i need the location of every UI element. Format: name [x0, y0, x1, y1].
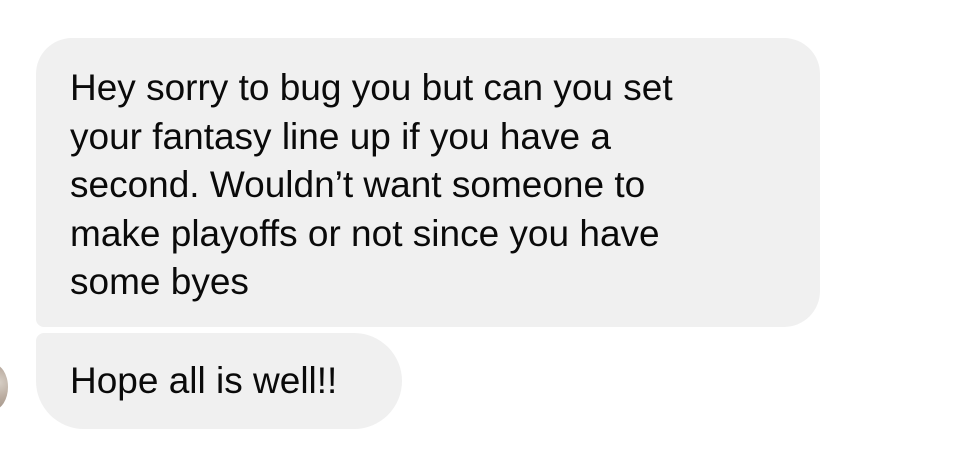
- message-bubble[interactable]: Hey sorry to bug you but can you set you…: [36, 38, 820, 327]
- avatar[interactable]: [0, 364, 8, 410]
- message-bubble[interactable]: Hope all is well!!: [36, 333, 402, 429]
